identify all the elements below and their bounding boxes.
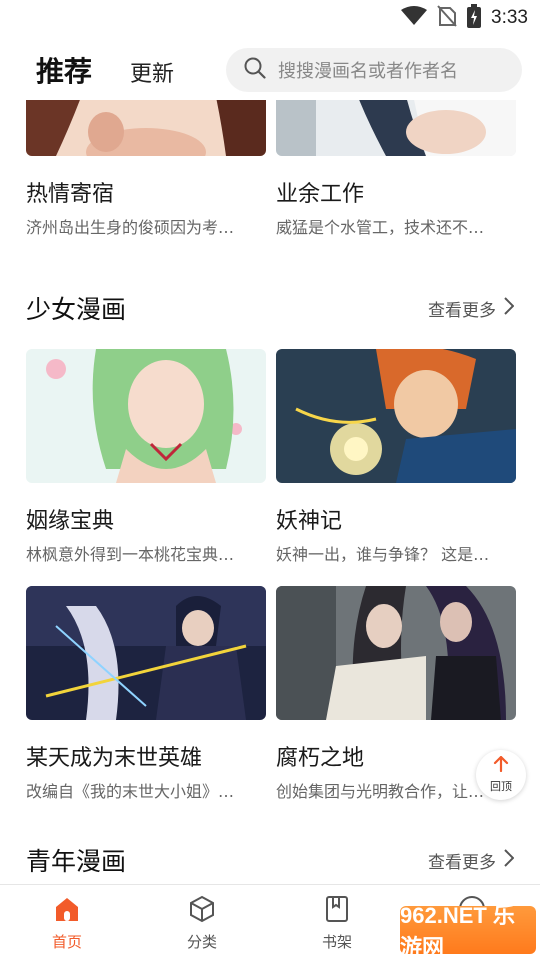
- comic-description: 林枫意外得到一本桃花宝典…: [26, 545, 235, 564]
- comic-title: 姻缘宝典: [26, 509, 115, 534]
- chevron-right-icon: [504, 849, 515, 872]
- comic-card[interactable]: 姻缘宝典 林枫意外得到一本桃花宝典…: [26, 349, 266, 565]
- arrow-up-icon: [493, 755, 509, 776]
- nav-home[interactable]: 首页: [22, 895, 112, 952]
- nav-category[interactable]: 分类: [157, 895, 247, 952]
- comic-card[interactable]: 热情寄宿 济州岛出生身的俊硕因为考…: [26, 100, 266, 238]
- back-to-top-label: 回顶: [490, 780, 512, 793]
- comic-title: 热情寄宿: [26, 182, 115, 207]
- comic-title: 业余工作: [276, 182, 365, 207]
- comic-title: 某天成为末世英雄: [26, 746, 203, 771]
- comic-description: 威猛是个水管工，技术还不…: [276, 218, 485, 237]
- top-header: 推荐 更新 搜搜漫画名或者作者名: [0, 40, 540, 100]
- search-icon: [244, 57, 266, 83]
- chevron-right-icon: [504, 297, 515, 320]
- comic-card[interactable]: 业余工作 威猛是个水管工，技术还不…: [276, 100, 516, 238]
- wifi-icon: [401, 6, 428, 30]
- status-time: 3:33: [491, 7, 528, 28]
- comic-card[interactable]: 某天成为末世英雄 改编自《我的末世大小姐》…: [26, 586, 266, 802]
- nav-bookshelf-label: 书架: [321, 933, 352, 951]
- view-more-link[interactable]: 查看更多: [428, 296, 515, 321]
- site-watermark: 962.NET 乐游网: [400, 903, 536, 960]
- comic-card[interactable]: 妖神记 妖神一出，谁与争锋？ 这是…: [276, 349, 516, 565]
- status-bar: 3:33: [0, 0, 540, 36]
- comic-title: 妖神记: [276, 509, 343, 534]
- tab-recommend[interactable]: 推荐: [36, 50, 92, 90]
- bookshelf-icon: [323, 895, 351, 927]
- comic-cover[interactable]: [276, 586, 516, 720]
- comic-cover[interactable]: [276, 100, 516, 156]
- comic-description: 济州岛出生身的俊硕因为考…: [26, 218, 235, 237]
- nav-category-label: 分类: [186, 933, 217, 951]
- battery-icon: [467, 4, 482, 32]
- back-to-top-button[interactable]: 回顶: [476, 750, 526, 800]
- content-feed[interactable]: 热情寄宿 济州岛出生身的俊硕因为考… 业余工作 威猛是个水管工，技术还不… 少女…: [0, 100, 540, 884]
- comic-description: 改编自《我的末世大小姐》…: [26, 782, 235, 801]
- status-icons: 3:33: [401, 4, 528, 32]
- nav-bookshelf[interactable]: 书架: [292, 895, 382, 952]
- section-title: 少女漫画: [26, 295, 127, 324]
- cube-icon: [188, 895, 216, 927]
- tab-update[interactable]: 更新: [130, 56, 174, 88]
- view-more-link[interactable]: 查看更多: [428, 848, 515, 873]
- comic-cover[interactable]: [26, 586, 266, 720]
- search-placeholder: 搜搜漫画名或者作者名: [278, 61, 458, 82]
- nav-home-label: 首页: [51, 933, 82, 951]
- comic-cover[interactable]: [26, 349, 266, 483]
- comic-cover[interactable]: [276, 349, 516, 483]
- comic-cover[interactable]: [26, 100, 266, 156]
- view-more-label: 查看更多: [428, 301, 496, 321]
- section-title: 青年漫画: [26, 847, 127, 876]
- comic-description: 妖神一出，谁与争锋？ 这是…: [276, 545, 490, 564]
- view-more-label: 查看更多: [428, 853, 496, 873]
- no-sim-icon: [437, 5, 457, 31]
- home-icon: [53, 895, 81, 927]
- search-bar[interactable]: 搜搜漫画名或者作者名: [226, 48, 522, 92]
